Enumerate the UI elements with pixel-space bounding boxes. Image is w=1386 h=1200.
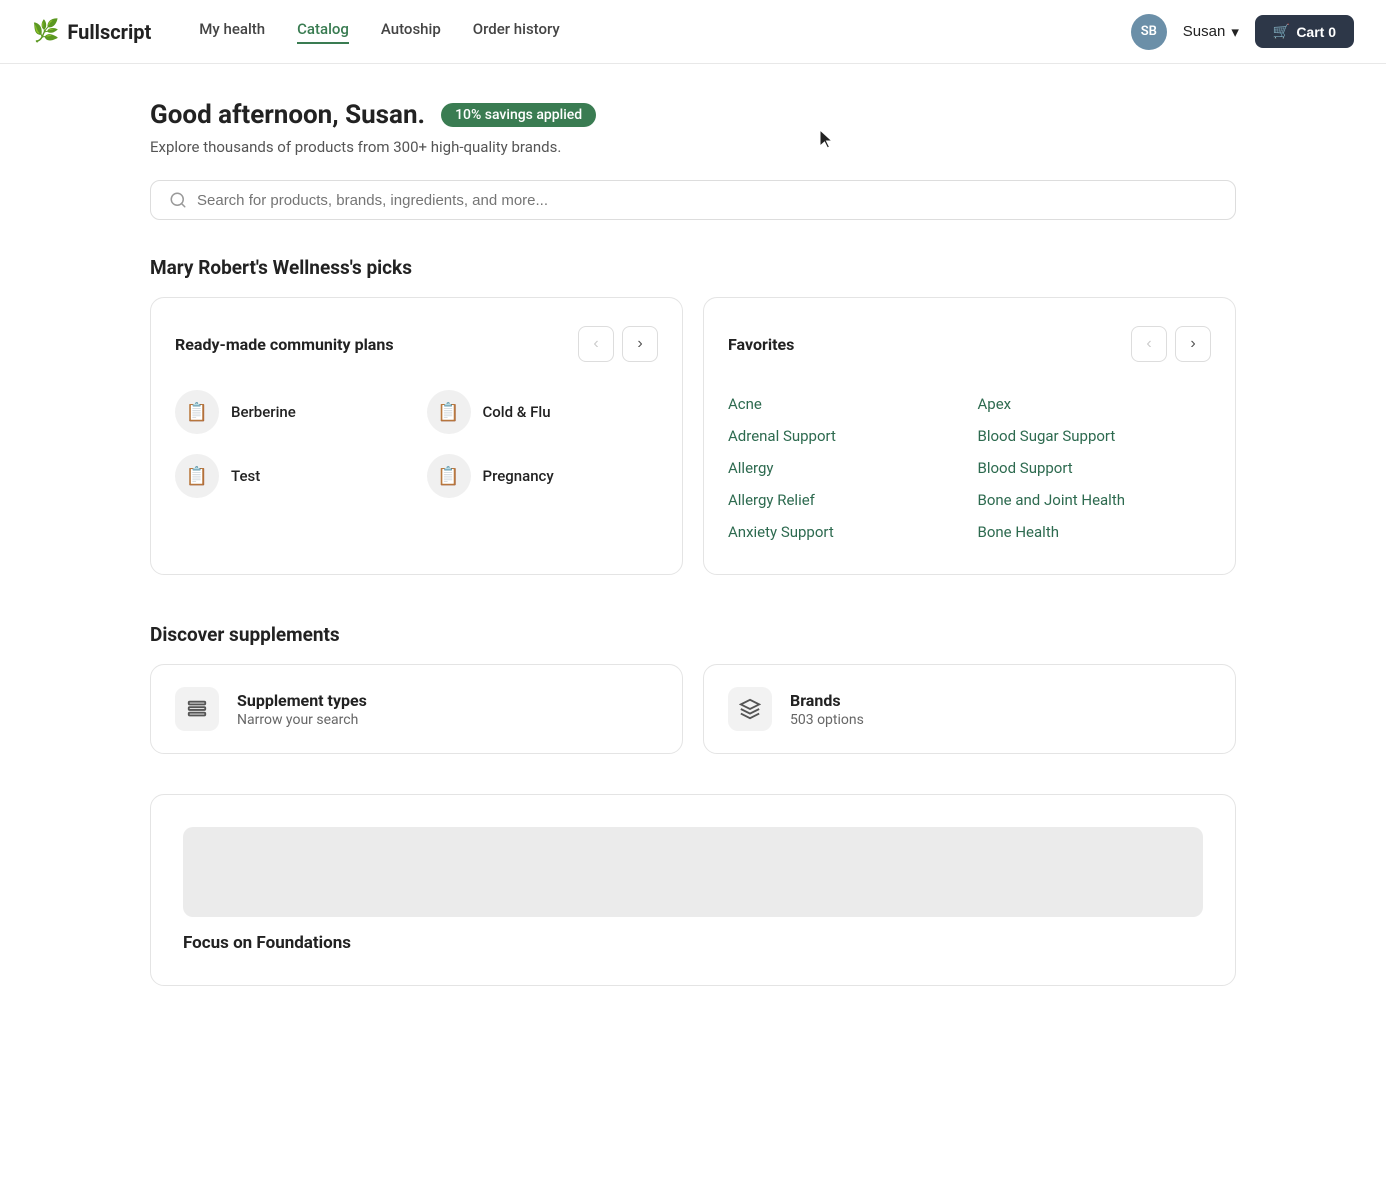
- picks-row: Ready-made community plans ‹ › 📋 Berberi…: [150, 297, 1236, 575]
- supplement-types-title: Supplement types: [237, 691, 367, 710]
- card-header: Ready-made community plans ‹ ›: [175, 326, 658, 362]
- greeting-row: Good afternoon, Susan. 10% savings appli…: [150, 100, 1236, 130]
- logo-icon: 🌿: [32, 19, 59, 44]
- plan-label: Test: [231, 467, 260, 485]
- plan-icon: 📋: [175, 454, 219, 498]
- search-bar[interactable]: [150, 180, 1236, 220]
- search-input[interactable]: [197, 192, 1217, 209]
- cart-button[interactable]: 🛒 Cart 0: [1255, 15, 1354, 48]
- logo: 🌿 Fullscript: [32, 19, 151, 44]
- brands-card[interactable]: Brands 503 options: [703, 664, 1236, 754]
- next-arrow-button[interactable]: ›: [622, 326, 658, 362]
- cart-icon: 🛒: [1273, 23, 1290, 40]
- nav-my-health[interactable]: My health: [199, 20, 265, 44]
- plan-icon: 📋: [175, 390, 219, 434]
- discover-row: Supplement types Narrow your search Bran…: [150, 664, 1236, 754]
- chevron-down-icon: ▾: [1231, 23, 1239, 41]
- user-name: Susan: [1183, 23, 1226, 40]
- nav-arrows: ‹ ›: [578, 326, 658, 362]
- focus-title: Focus on Foundations: [183, 933, 1203, 953]
- cart-label: Cart 0: [1296, 24, 1336, 40]
- favorite-item[interactable]: Adrenal Support: [728, 422, 962, 450]
- plan-label: Cold & Flu: [483, 403, 551, 421]
- plan-icon: 📋: [427, 390, 471, 434]
- navbar: 🌿 Fullscript My health Catalog Autoship …: [0, 0, 1386, 64]
- greeting-title: Good afternoon, Susan.: [150, 100, 425, 130]
- nav-catalog[interactable]: Catalog: [297, 20, 349, 44]
- greeting-subtitle: Explore thousands of products from 300+ …: [150, 138, 1236, 156]
- plan-item[interactable]: 📋 Test: [175, 454, 407, 498]
- main-content: Good afternoon, Susan. 10% savings appli…: [118, 64, 1268, 1034]
- plans-grid: 📋 Berberine 📋 Cold & Flu 📋 Test 📋 Pregna…: [175, 390, 658, 498]
- favorites-grid: Acne Apex Adrenal Support Blood Sugar Suppo…: [728, 390, 1211, 546]
- nav-autoship[interactable]: Autoship: [381, 20, 441, 44]
- brands-icon: [728, 687, 772, 731]
- favorite-item[interactable]: Blood Support: [978, 454, 1212, 482]
- favorites-nav-arrows: ‹ ›: [1131, 326, 1211, 362]
- favorite-item[interactable]: Bone and Joint Health: [978, 486, 1212, 514]
- favorites-card: Favorites ‹ › Acne Apex Adrenal Support Blo…: [703, 297, 1236, 575]
- picks-section-title: Mary Robert's Wellness's picks: [150, 256, 1236, 279]
- favorites-card-header: Favorites ‹ ›: [728, 326, 1211, 362]
- focus-placeholder-image: [183, 827, 1203, 917]
- favorites-prev-arrow-button[interactable]: ‹: [1131, 326, 1167, 362]
- favorites-next-arrow-button[interactable]: ›: [1175, 326, 1211, 362]
- nav-right: SB Susan ▾ 🛒 Cart 0: [1131, 14, 1354, 50]
- favorite-item[interactable]: Apex: [978, 390, 1212, 418]
- ready-made-title: Ready-made community plans: [175, 335, 394, 354]
- favorite-item[interactable]: Allergy: [728, 454, 962, 482]
- plan-item[interactable]: 📋 Cold & Flu: [427, 390, 659, 434]
- plan-item[interactable]: 📋 Pregnancy: [427, 454, 659, 498]
- nav-links: My health Catalog Autoship Order history: [199, 20, 1099, 44]
- savings-badge: 10% savings applied: [441, 103, 596, 127]
- brands-info: Brands 503 options: [790, 691, 864, 728]
- avatar: SB: [1131, 14, 1167, 50]
- supplement-types-info: Supplement types Narrow your search: [237, 691, 367, 728]
- favorites-title: Favorites: [728, 335, 794, 354]
- plan-item[interactable]: 📋 Berberine: [175, 390, 407, 434]
- search-icon: [169, 191, 187, 209]
- plan-label: Pregnancy: [483, 467, 554, 485]
- ready-made-card: Ready-made community plans ‹ › 📋 Berberi…: [150, 297, 683, 575]
- prev-arrow-button[interactable]: ‹: [578, 326, 614, 362]
- favorite-item[interactable]: Anxiety Support: [728, 518, 962, 546]
- focus-card: Focus on Foundations: [150, 794, 1236, 986]
- plan-label: Berberine: [231, 403, 296, 421]
- supplement-types-icon: [175, 687, 219, 731]
- brands-sub: 503 options: [790, 712, 864, 728]
- favorite-item[interactable]: Allergy Relief: [728, 486, 962, 514]
- favorite-item[interactable]: Blood Sugar Support: [978, 422, 1212, 450]
- nav-order-history[interactable]: Order history: [473, 20, 560, 44]
- favorite-item[interactable]: Acne: [728, 390, 962, 418]
- plan-icon: 📋: [427, 454, 471, 498]
- focus-inner: Focus on Foundations: [151, 795, 1235, 985]
- supplement-types-card[interactable]: Supplement types Narrow your search: [150, 664, 683, 754]
- user-menu-button[interactable]: Susan ▾: [1183, 23, 1239, 41]
- favorite-item[interactable]: Bone Health: [978, 518, 1212, 546]
- logo-text: Fullscript: [67, 20, 151, 44]
- brands-title: Brands: [790, 691, 864, 710]
- supplement-types-sub: Narrow your search: [237, 712, 367, 728]
- discover-section-title: Discover supplements: [150, 623, 1236, 646]
